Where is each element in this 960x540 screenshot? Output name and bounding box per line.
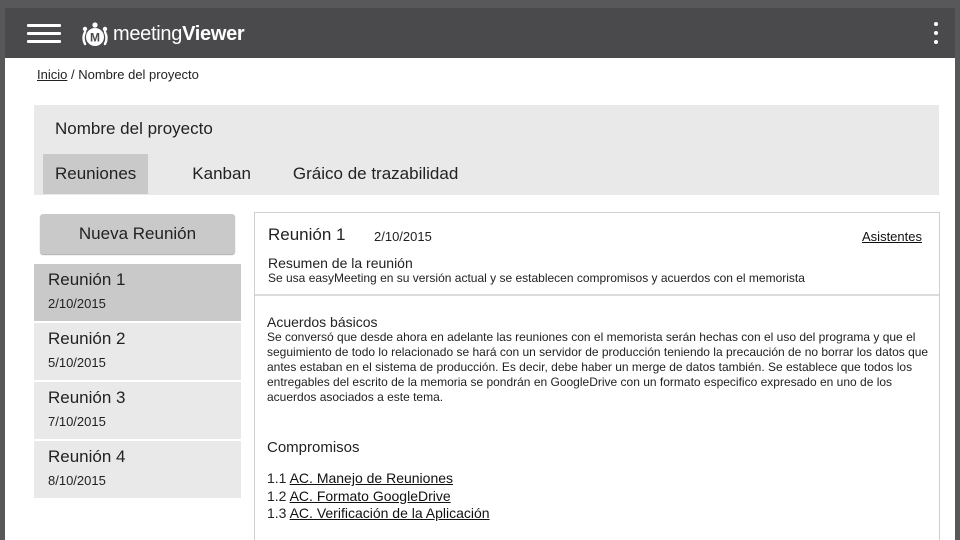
meeting-logo-icon: M (82, 22, 108, 46)
project-title: Nombre del proyecto (55, 119, 213, 138)
new-meeting-button[interactable]: Nueva Reunión (40, 214, 235, 254)
commitment-item: 1.2 AC. Formato GoogleDrive (267, 488, 490, 506)
app-name: meetingViewer (113, 22, 245, 46)
meeting-detail-panel: Reunión 1 2/10/2015 Asistentes Resumen d… (254, 212, 940, 540)
meeting-detail-date: 2/10/2015 (374, 229, 432, 244)
attendees-link[interactable]: Asistentes (862, 229, 922, 244)
breadcrumb-current: Nombre del proyecto (78, 67, 199, 82)
meeting-item-title: Reunión 2 (48, 329, 126, 348)
app-window: M meetingViewer Inicio / Nombre del proy… (5, 8, 955, 540)
summary-text: Se usa easyMeeting en su versión actual … (268, 271, 805, 285)
commitment-link[interactable]: AC. Formato GoogleDrive (290, 488, 451, 504)
meeting-list: Reunión 1 2/10/2015 Reunión 2 5/10/2015 … (34, 264, 241, 500)
commitment-number: 1.2 (267, 487, 287, 504)
commitment-item: 1.3 AC. Verificación de la Aplicación (267, 505, 490, 523)
breadcrumb-separator: / (70, 67, 75, 82)
breadcrumb-home-link[interactable]: Inicio (37, 67, 67, 82)
meeting-item-title: Reunión 1 (48, 270, 126, 289)
agreements-text: Se conversó que desde ahora en adelante … (267, 330, 929, 404)
more-vertical-icon[interactable] (929, 22, 943, 46)
project-header: Nombre del proyecto Reuniones Kanban Grá… (34, 105, 939, 195)
commitments-list: 1.1 AC. Manejo de Reuniones 1.2 AC. Form… (267, 470, 490, 523)
agreements-heading: Acuerdos básicos (267, 314, 378, 330)
summary-heading: Resumen de la reunión (268, 255, 413, 271)
tab-kanban[interactable]: Kanban (180, 154, 263, 194)
meeting-detail-title: Reunión 1 (268, 225, 346, 244)
meeting-list-item[interactable]: Reunión 2 5/10/2015 (34, 323, 241, 380)
top-app-bar: M meetingViewer (5, 8, 955, 58)
meeting-item-title: Reunión 3 (48, 388, 126, 407)
brand-light: meeting (113, 22, 183, 45)
meeting-item-date: 8/10/2015 (48, 473, 106, 488)
meeting-item-title: Reunión 4 (48, 447, 126, 466)
meeting-item-date: 7/10/2015 (48, 414, 106, 429)
tab-reuniones[interactable]: Reuniones (43, 154, 149, 194)
commitment-link[interactable]: AC. Verificación de la Aplicación (290, 505, 490, 521)
commitment-link[interactable]: AC. Manejo de Reuniones (290, 470, 453, 486)
app-logo[interactable]: M meetingViewer (79, 20, 245, 48)
brand-bold: Viewer (182, 22, 245, 45)
project-tabs: Reuniones Kanban Gráico de trazabilidad (43, 154, 470, 194)
commitment-number: 1.3 (267, 505, 287, 521)
logo-letter: M (90, 31, 100, 45)
hamburger-menu-icon[interactable] (27, 24, 61, 44)
commitment-number: 1.1 (267, 470, 287, 486)
meeting-item-date: 2/10/2015 (48, 296, 106, 311)
commitment-item: 1.1 AC. Manejo de Reuniones (267, 470, 490, 488)
meeting-list-item[interactable]: Reunión 4 8/10/2015 (34, 441, 241, 498)
breadcrumb: Inicio / Nombre del proyecto (37, 67, 199, 82)
meeting-list-item[interactable]: Reunión 3 7/10/2015 (34, 382, 241, 439)
meeting-item-date: 5/10/2015 (48, 355, 106, 370)
tab-trazabilidad[interactable]: Gráico de trazabilidad (281, 154, 470, 194)
meeting-detail-header: Reunión 1 2/10/2015 Asistentes Resumen d… (255, 213, 939, 296)
commitments-heading: Compromisos (267, 439, 360, 456)
meeting-list-item[interactable]: Reunión 1 2/10/2015 (34, 264, 241, 321)
